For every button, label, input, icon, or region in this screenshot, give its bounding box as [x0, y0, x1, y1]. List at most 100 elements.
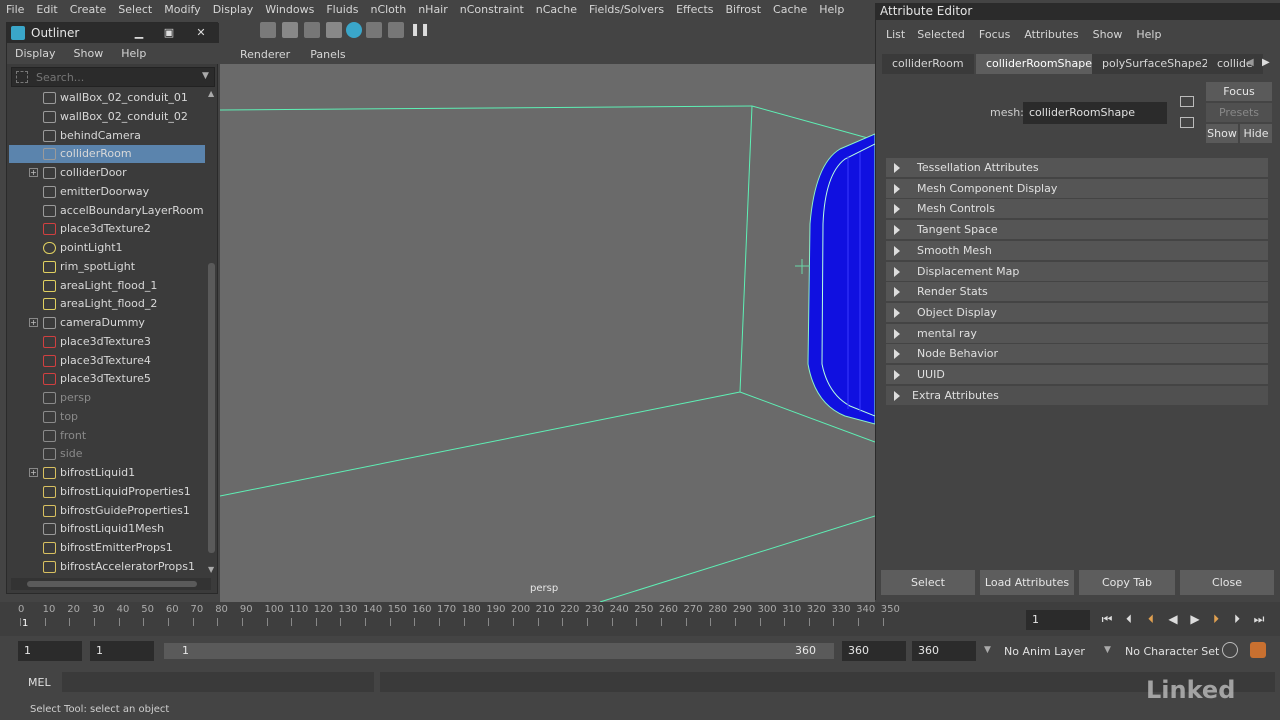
auto-key-icon[interactable]: [1222, 642, 1238, 658]
expand-icon[interactable]: +: [29, 168, 38, 177]
outliner-item[interactable]: behindCamera: [9, 127, 205, 145]
playback-end-field[interactable]: 360: [842, 641, 906, 661]
section-displacement-map[interactable]: Displacement Map: [886, 261, 1268, 281]
step-forward-frame-icon[interactable]: ⏵: [1207, 610, 1225, 628]
outliner-item[interactable]: bifrostGuideProperties1: [9, 502, 205, 520]
film-gate-icon[interactable]: [282, 22, 298, 38]
outliner-title-bar[interactable]: Outliner ▁ ▣ ✕: [7, 23, 219, 43]
animation-start-field[interactable]: 1: [18, 641, 82, 661]
section-tessellation-attributes[interactable]: Tessellation Attributes: [886, 158, 1268, 177]
section-tangent-space[interactable]: Tangent Space: [886, 220, 1268, 240]
main-menu-bifrost[interactable]: Bifrost: [720, 3, 768, 16]
outliner-item[interactable]: colliderRoom: [9, 145, 205, 164]
viewport-menu-renderer[interactable]: Renderer: [240, 48, 290, 61]
scroll-up-icon[interactable]: ▲: [208, 89, 214, 98]
ae-menu-help[interactable]: Help: [1136, 28, 1161, 41]
camera-icon[interactable]: [260, 22, 276, 38]
close-button[interactable]: Close: [1180, 570, 1274, 595]
main-menu-nconstraint[interactable]: nConstraint: [454, 3, 530, 16]
tab-scroll-right-icon[interactable]: ▶: [1262, 57, 1270, 68]
render-icon[interactable]: [346, 22, 362, 38]
time-ruler[interactable]: 0 10 20 30 40 50 60 70 80 90 100 110 120 130 140 150 160…: [10, 604, 900, 632]
ae-menu-show[interactable]: Show: [1093, 28, 1123, 41]
search-input[interactable]: [36, 70, 196, 84]
outliner-item[interactable]: emitterDoorway: [9, 183, 205, 201]
mesh-name-field[interactable]: colliderRoomShape: [1023, 102, 1167, 124]
go-to-start-icon[interactable]: ⏮: [1098, 610, 1116, 628]
outliner-item[interactable]: bifrostLiquid1Mesh: [9, 520, 205, 538]
outliner-menu-show[interactable]: Show: [74, 47, 104, 60]
main-menu-nhair[interactable]: nHair: [412, 3, 454, 16]
outliner-item[interactable]: rim_spotLight: [9, 258, 205, 276]
section-object-display[interactable]: Object Display: [886, 302, 1268, 322]
ipr-icon[interactable]: [326, 22, 342, 38]
outliner-item[interactable]: side: [9, 445, 205, 463]
tab-scroll-left-icon[interactable]: ◀: [1246, 57, 1254, 68]
outliner-item[interactable]: bifrostLiquidProperties1: [9, 483, 205, 501]
main-menu-ncache[interactable]: nCache: [530, 3, 583, 16]
viewport-menu-panels[interactable]: Panels: [310, 48, 345, 61]
main-menu-effects[interactable]: Effects: [670, 3, 719, 16]
focus-button[interactable]: Focus: [1206, 82, 1272, 101]
section-render-stats[interactable]: Render Stats: [886, 282, 1268, 302]
main-menu-fields-solvers[interactable]: Fields/Solvers: [583, 3, 670, 16]
play-backwards-icon[interactable]: ◀: [1164, 610, 1182, 628]
snapshot-icon[interactable]: [366, 22, 382, 38]
step-back-frame-icon[interactable]: ⏴: [1142, 610, 1160, 628]
outliner-hscroll-thumb[interactable]: [27, 581, 197, 587]
step-forward-key-icon[interactable]: ⏵: [1228, 610, 1246, 628]
grid-icon[interactable]: [304, 22, 320, 38]
pause-icon[interactable]: ❚❚: [410, 22, 430, 38]
minimize-icon[interactable]: ▁: [129, 26, 149, 40]
load-attributes-button[interactable]: Load Attributes: [980, 570, 1074, 595]
outliner-item[interactable]: areaLight_flood_2: [9, 295, 205, 313]
settings-icon[interactable]: [388, 22, 404, 38]
command-input[interactable]: [62, 672, 374, 692]
main-menu-cache[interactable]: Cache: [767, 3, 813, 16]
tab-collide[interactable]: collide: [1207, 54, 1263, 74]
range-slider[interactable]: 1 360: [164, 643, 834, 659]
outliner-item[interactable]: bifrostEmitterProps1: [9, 539, 205, 557]
outliner-item[interactable]: persp: [9, 389, 205, 407]
maximize-icon[interactable]: ▣: [159, 26, 179, 40]
outliner-item[interactable]: bifrostAcceleratorProps1: [9, 558, 205, 576]
section-smooth-mesh[interactable]: Smooth Mesh: [886, 240, 1268, 260]
section-mesh-component-display[interactable]: Mesh Component Display: [886, 178, 1268, 198]
section-mesh-controls[interactable]: Mesh Controls: [886, 199, 1268, 219]
close-icon[interactable]: ✕: [191, 26, 211, 40]
mel-label[interactable]: MEL: [28, 676, 51, 689]
main-menu-help[interactable]: Help: [813, 3, 850, 16]
outliner-vscroll-thumb[interactable]: [208, 263, 215, 553]
input-connection-icon[interactable]: [1180, 96, 1194, 107]
outliner-item[interactable]: pointLight1: [9, 239, 205, 257]
ae-menu-focus[interactable]: Focus: [979, 28, 1010, 41]
tab-polysurfaceshape2[interactable]: polySurfaceShape2: [1092, 54, 1219, 74]
outliner-item[interactable]: + bifrostLiquid1: [9, 464, 205, 482]
outliner-item[interactable]: place3dTexture3: [9, 333, 205, 351]
outliner-item[interactable]: areaLight_flood_1: [9, 277, 205, 295]
select-button[interactable]: Select: [881, 570, 975, 595]
outliner-item[interactable]: place3dTexture4: [9, 352, 205, 370]
main-menu-ncloth[interactable]: nCloth: [364, 3, 412, 16]
outliner-item[interactable]: top: [9, 408, 205, 426]
outliner-item[interactable]: + colliderDoor: [9, 164, 205, 182]
character-set-dropdown-icon[interactable]: ▼: [1104, 645, 1111, 655]
hide-button[interactable]: Hide: [1240, 124, 1272, 143]
anim-layer-dropdown-icon[interactable]: ▼: [984, 645, 991, 655]
outliner-item[interactable]: place3dTexture2: [9, 220, 205, 238]
main-menu-file[interactable]: File: [0, 3, 30, 16]
current-frame-field[interactable]: 1: [1026, 610, 1090, 630]
filter-icon[interactable]: [16, 71, 28, 83]
ae-menu-list[interactable]: List: [886, 28, 905, 41]
main-menu-select[interactable]: Select: [112, 3, 158, 16]
show-button[interactable]: Show: [1206, 124, 1238, 143]
outliner-item[interactable]: front: [9, 427, 205, 445]
main-menu-fluids[interactable]: Fluids: [320, 3, 364, 16]
tab-colliderroomshape[interactable]: colliderRoomShape: [976, 54, 1102, 74]
section-mental-ray[interactable]: mental ray: [886, 323, 1268, 343]
viewport-persp[interactable]: persp: [220, 64, 875, 602]
outliner-item[interactable]: place3dTexture5: [9, 370, 205, 388]
go-to-end-icon[interactable]: ⏭: [1250, 610, 1268, 628]
play-forwards-icon[interactable]: ▶: [1186, 610, 1204, 628]
main-menu-modify[interactable]: Modify: [158, 3, 206, 16]
